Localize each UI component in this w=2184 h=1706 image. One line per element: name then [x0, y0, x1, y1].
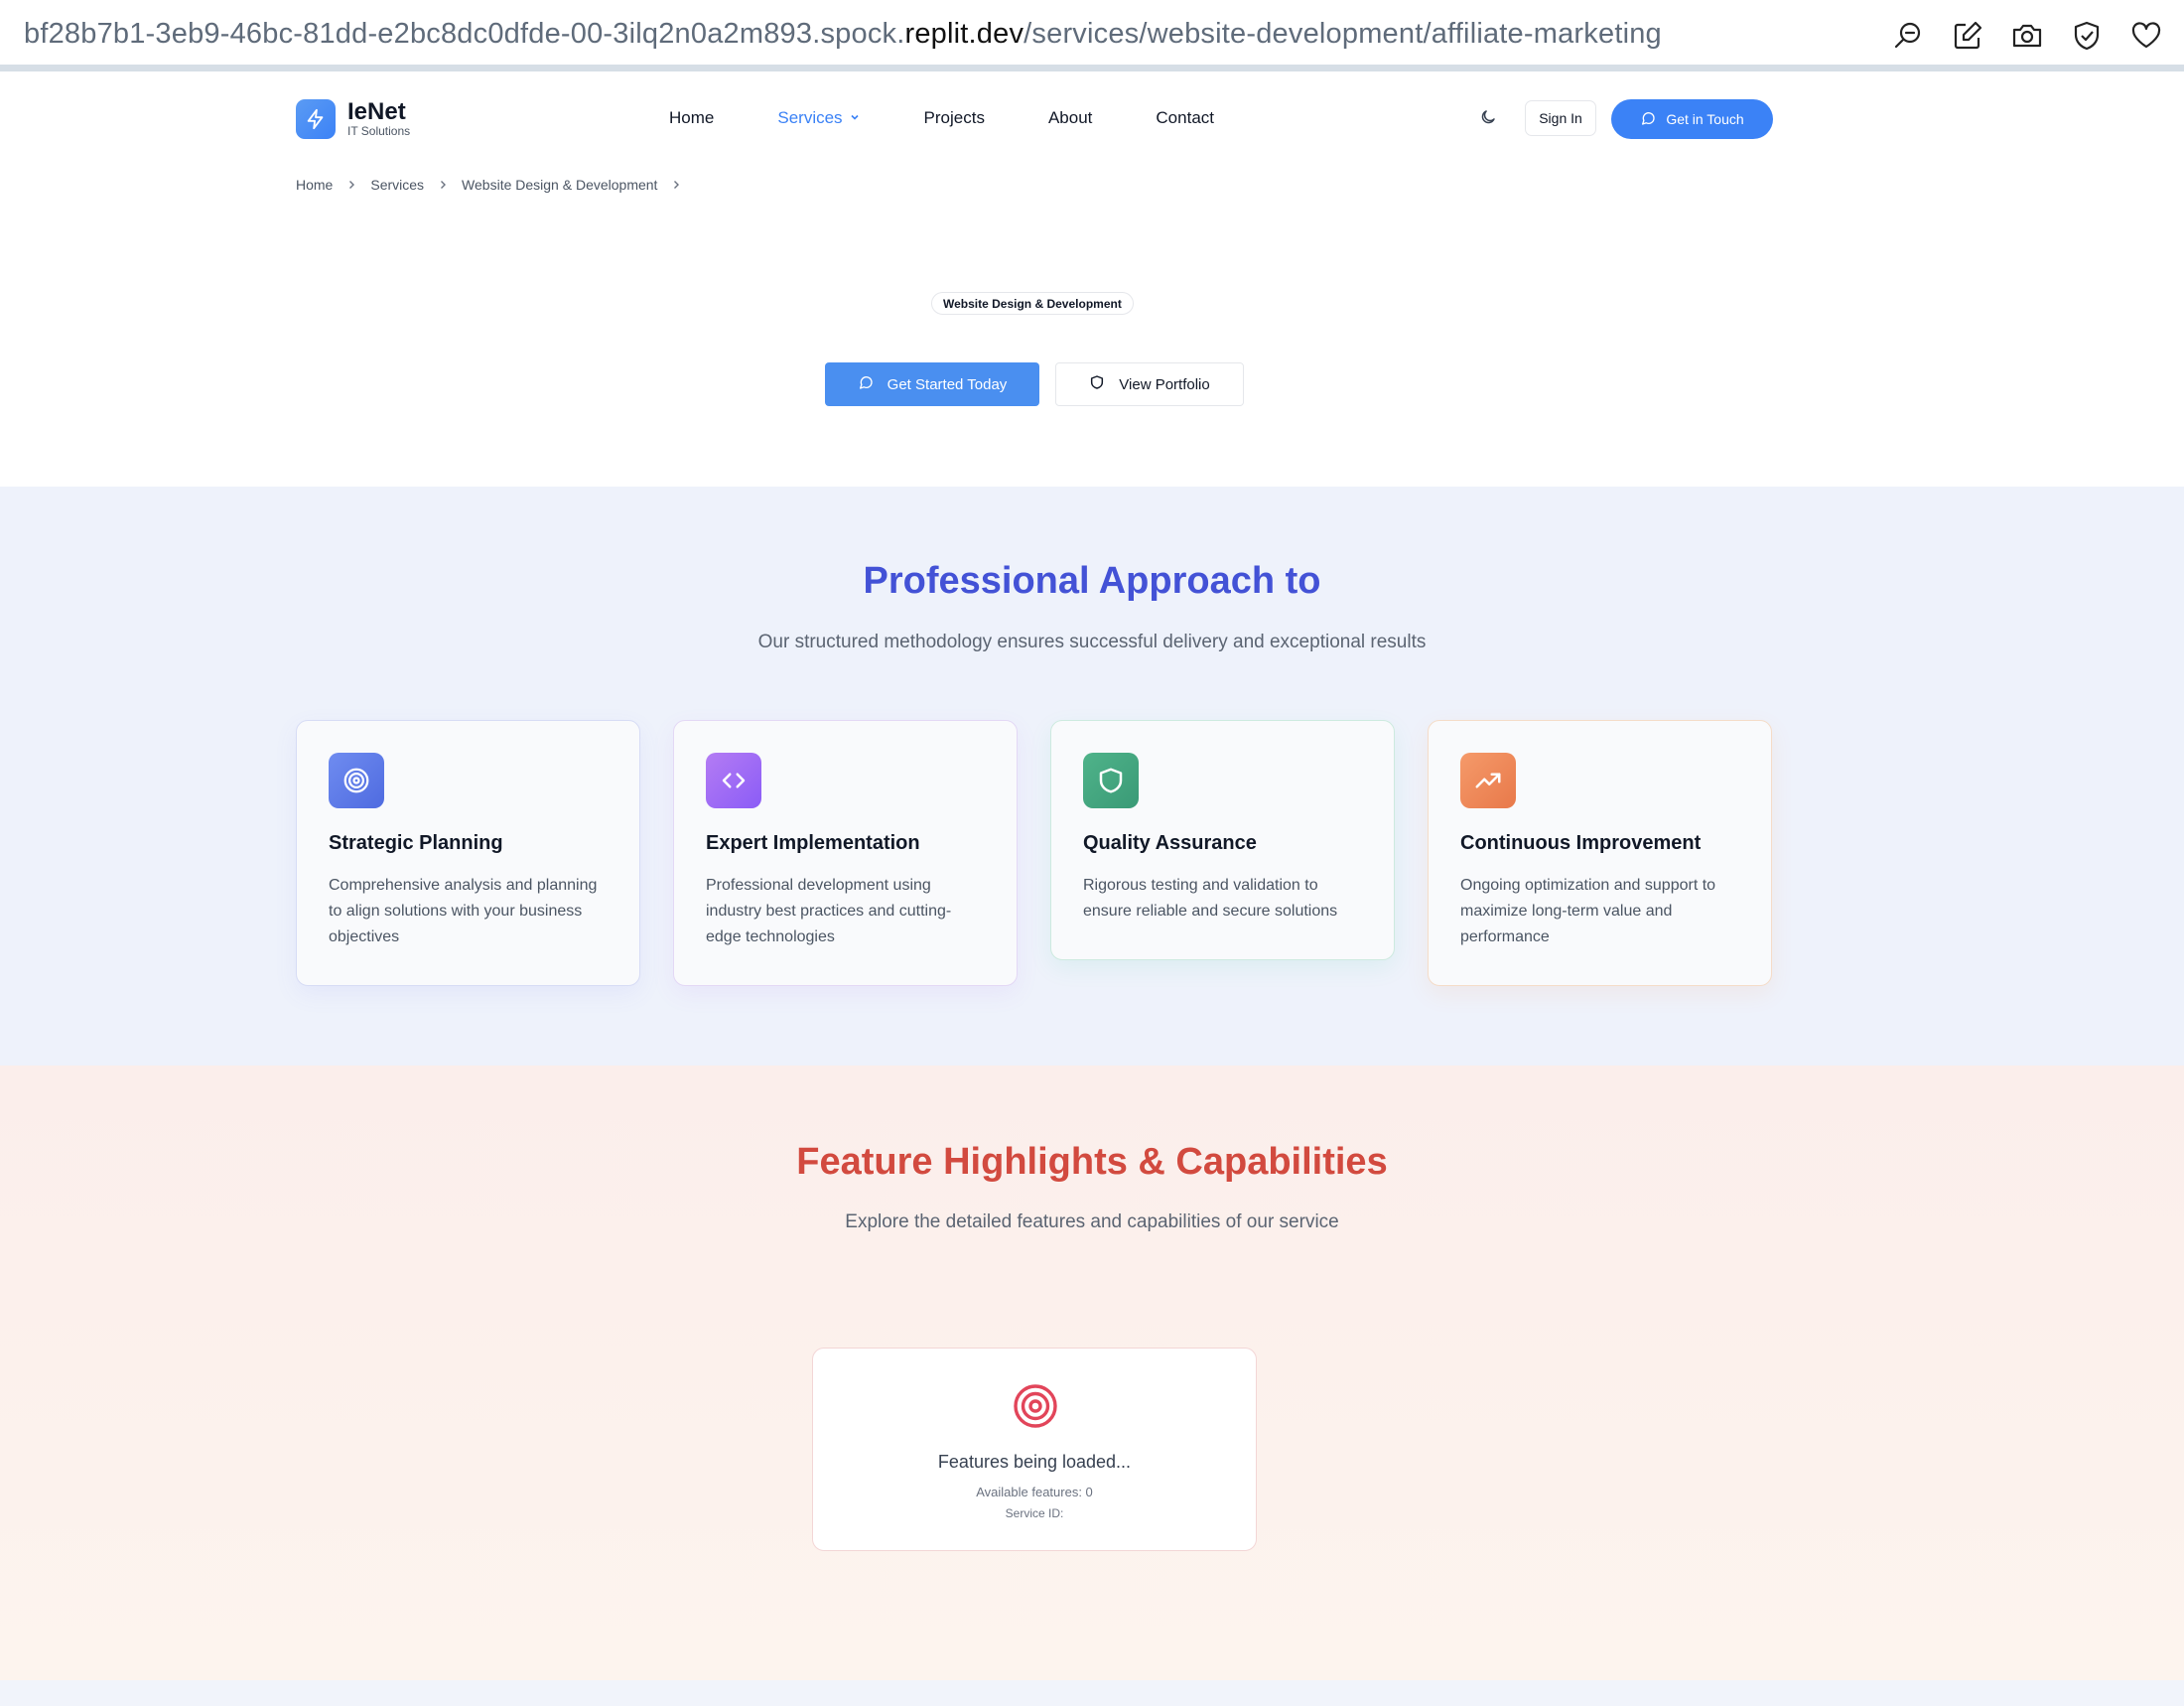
nav-contact[interactable]: Contact [1156, 108, 1214, 128]
chevron-right-icon [671, 177, 681, 193]
card-text: Comprehensive analysis and planning to a… [329, 877, 598, 945]
features-subtitle: Explore the detailed features and capabi… [845, 1211, 1339, 1232]
breadcrumb-home[interactable]: Home [296, 177, 333, 193]
code-icon [706, 753, 761, 808]
nav-home[interactable]: Home [669, 108, 714, 128]
approach-title: Professional Approach to [863, 560, 1321, 602]
approach-card-quality-assurance: Quality Assurance Rigorous testing and v… [1050, 720, 1395, 960]
get-started-label: Get Started Today [887, 375, 1008, 393]
approach-card-expert-implementation: Expert Implementation Professional devel… [673, 720, 1018, 986]
brand-name: IeNet [347, 98, 406, 125]
browser-toolbar [1890, 18, 2164, 54]
chevron-right-icon [346, 177, 356, 193]
moon-icon[interactable] [1475, 104, 1501, 130]
nav-about[interactable]: About [1048, 108, 1092, 128]
get-in-touch-button[interactable]: Get in Touch [1611, 99, 1773, 139]
approach-card-continuous-improvement: Continuous Improvement Ongoing optimizat… [1428, 720, 1772, 986]
brand-tagline: IT Solutions [347, 124, 411, 138]
view-portfolio-button[interactable]: View Portfolio [1055, 362, 1244, 406]
card-title: Quality Assurance [1083, 832, 1257, 854]
browser-address-bar: bf28b7b1-3eb9-46bc-81dd-e2bc8dc0dfde-00-… [0, 0, 2184, 71]
url-prefix: bf28b7b1-3eb9-46bc-81dd-e2bc8dc0dfde-00-… [24, 18, 905, 50]
approach-subtitle: Our structured methodology ensures succe… [757, 632, 1427, 652]
card-title: Expert Implementation [706, 832, 920, 854]
get-started-button[interactable]: Get Started Today [825, 362, 1039, 406]
target-icon [329, 753, 384, 808]
brand-logo[interactable]: IeNet IT Solutions [296, 99, 410, 139]
nav-projects[interactable]: Projects [924, 108, 985, 128]
shield-icon [1089, 374, 1105, 394]
url-path: /services/website-development/affiliate-… [1024, 18, 1662, 50]
chevron-right-icon [438, 177, 448, 193]
url-host: replit.dev [904, 18, 1024, 50]
nav-services-label: Services [777, 108, 843, 127]
view-portfolio-label: View Portfolio [1119, 375, 1210, 393]
card-title: Continuous Improvement [1460, 832, 1702, 854]
trending-up-icon [1460, 753, 1516, 808]
features-section: Feature Highlights & Capabilities Explor… [0, 1066, 2184, 1680]
site-header: IeNet IT Solutions Home Services Project… [0, 78, 2184, 162]
lightning-icon [296, 99, 336, 139]
url-text[interactable]: bf28b7b1-3eb9-46bc-81dd-e2bc8dc0dfde-00-… [24, 18, 1662, 51]
zoom-icon[interactable] [1890, 18, 1926, 54]
breadcrumb: Home Services Website Design & Developme… [296, 177, 681, 193]
service-id: Service ID: [1005, 1506, 1064, 1520]
brand-text: IeNet IT Solutions [347, 98, 411, 139]
edit-icon[interactable] [1950, 18, 1985, 54]
shield-icon [1083, 753, 1139, 808]
page-bottom [0, 1680, 2184, 1706]
category-badge: Website Design & Development [931, 292, 1134, 315]
get-in-touch-label: Get in Touch [1666, 111, 1744, 127]
card-text: Rigorous testing and validation to ensur… [1083, 877, 1338, 920]
approach-section: Professional Approach to Our structured … [0, 487, 2184, 1066]
breadcrumb-category[interactable]: Website Design & Development [462, 177, 657, 193]
chat-icon [858, 374, 874, 394]
nav-services[interactable]: Services [777, 108, 860, 128]
card-text: Ongoing optimization and support to maxi… [1460, 877, 1716, 945]
target-icon [1012, 1382, 1059, 1435]
approach-card-strategic-planning: Strategic Planning Comprehensive analysi… [296, 720, 640, 986]
card-text: Professional development using industry … [706, 877, 952, 945]
chevron-down-icon [849, 108, 861, 128]
shield-check-icon[interactable] [2069, 18, 2105, 54]
card-title: Strategic Planning [329, 832, 503, 854]
loading-message: Features being loaded... [937, 1452, 1132, 1472]
features-title: Feature Highlights & Capabilities [796, 1141, 1388, 1183]
available-features-count: Available features: 0 [976, 1485, 1093, 1499]
chat-icon [1640, 110, 1656, 129]
heart-icon[interactable] [2128, 18, 2164, 54]
main-menu: Home Services Projects About Contact [669, 108, 1214, 128]
sign-in-button[interactable]: Sign In [1525, 100, 1596, 136]
camera-icon[interactable] [2009, 18, 2045, 54]
features-loading-card: Features being loaded... Available featu… [812, 1348, 1257, 1551]
breadcrumb-services[interactable]: Services [370, 177, 424, 193]
